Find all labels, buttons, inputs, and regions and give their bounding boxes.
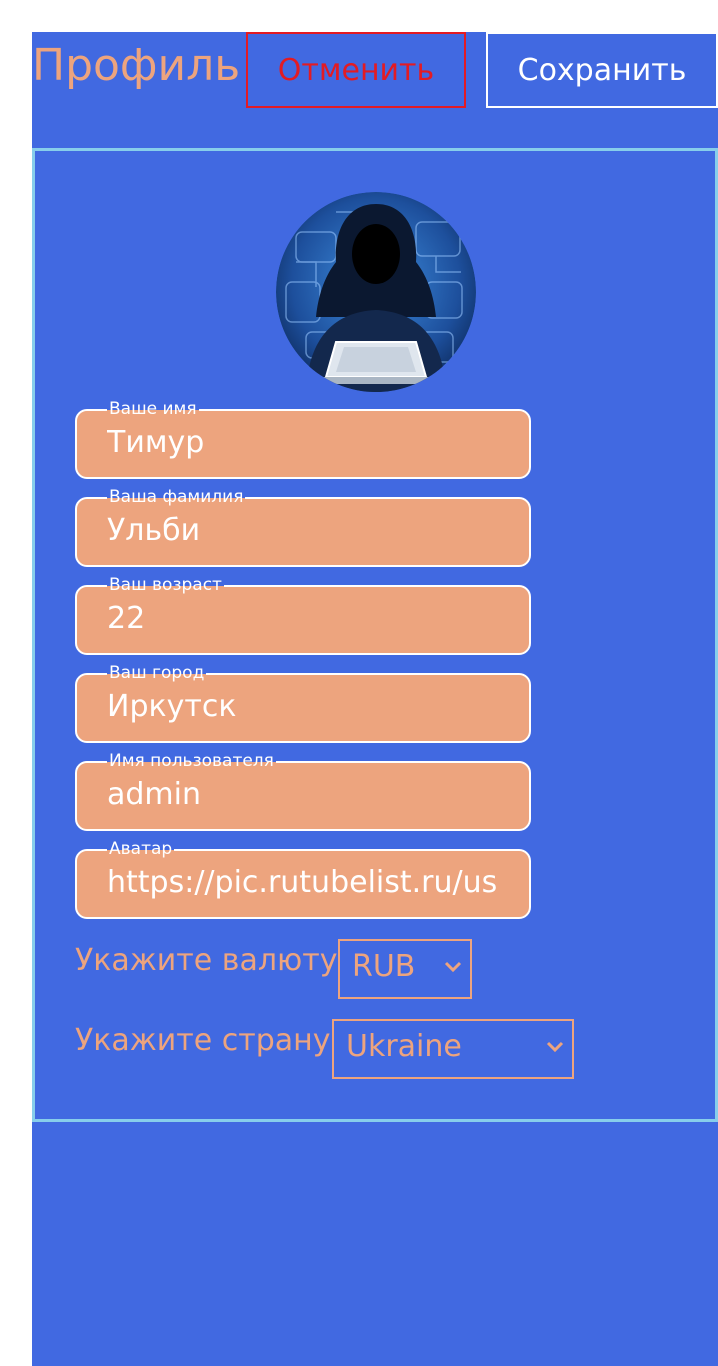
age-field: Ваш возраст 22	[75, 575, 531, 655]
username-input[interactable]: admin	[107, 777, 499, 817]
city-label: Ваш город	[107, 663, 207, 683]
avatar-url-field: Аватар https://pic.rutubelist.ru/us	[75, 839, 531, 919]
country-selected-value: Ukraine	[346, 1029, 462, 1064]
profile-page: Профиль Отменить Сохранить Ваше имя Тиму…	[32, 32, 718, 1366]
avatar-url-input[interactable]: https://pic.rutubelist.ru/us	[107, 865, 499, 905]
city-input[interactable]: Иркутск	[107, 689, 499, 729]
username-label: Имя пользователя	[107, 751, 276, 771]
chevron-down-icon	[444, 961, 462, 973]
age-label: Ваш возраст	[107, 575, 224, 595]
chevron-down-icon	[546, 1041, 564, 1053]
first-name-label: Ваше имя	[107, 399, 199, 419]
last-name-field: Ваша фамилия Ульби	[75, 487, 531, 567]
last-name-input[interactable]: Ульби	[107, 513, 499, 553]
country-label: Укажите страну	[75, 1023, 331, 1058]
first-name-input[interactable]: Тимур	[107, 425, 499, 465]
currency-label: Укажите валюту	[75, 943, 338, 978]
cancel-button[interactable]: Отменить	[246, 32, 466, 108]
last-name-label: Ваша фамилия	[107, 487, 246, 507]
age-input[interactable]: 22	[107, 601, 499, 641]
username-field: Имя пользователя admin	[75, 751, 531, 831]
profile-card: Ваше имя Тимур Ваша фамилия Ульби Ваш во…	[32, 148, 718, 1122]
first-name-field: Ваше имя Тимур	[75, 399, 531, 479]
page-title: Профиль	[32, 40, 241, 91]
hacker-avatar-icon	[276, 192, 476, 392]
avatar-url-label: Аватар	[107, 839, 175, 859]
currency-select[interactable]: RUB	[338, 939, 472, 999]
city-field: Ваш город Иркутск	[75, 663, 531, 743]
country-select[interactable]: Ukraine	[332, 1019, 574, 1079]
save-button[interactable]: Сохранить	[486, 32, 718, 108]
currency-selected-value: RUB	[352, 949, 416, 984]
